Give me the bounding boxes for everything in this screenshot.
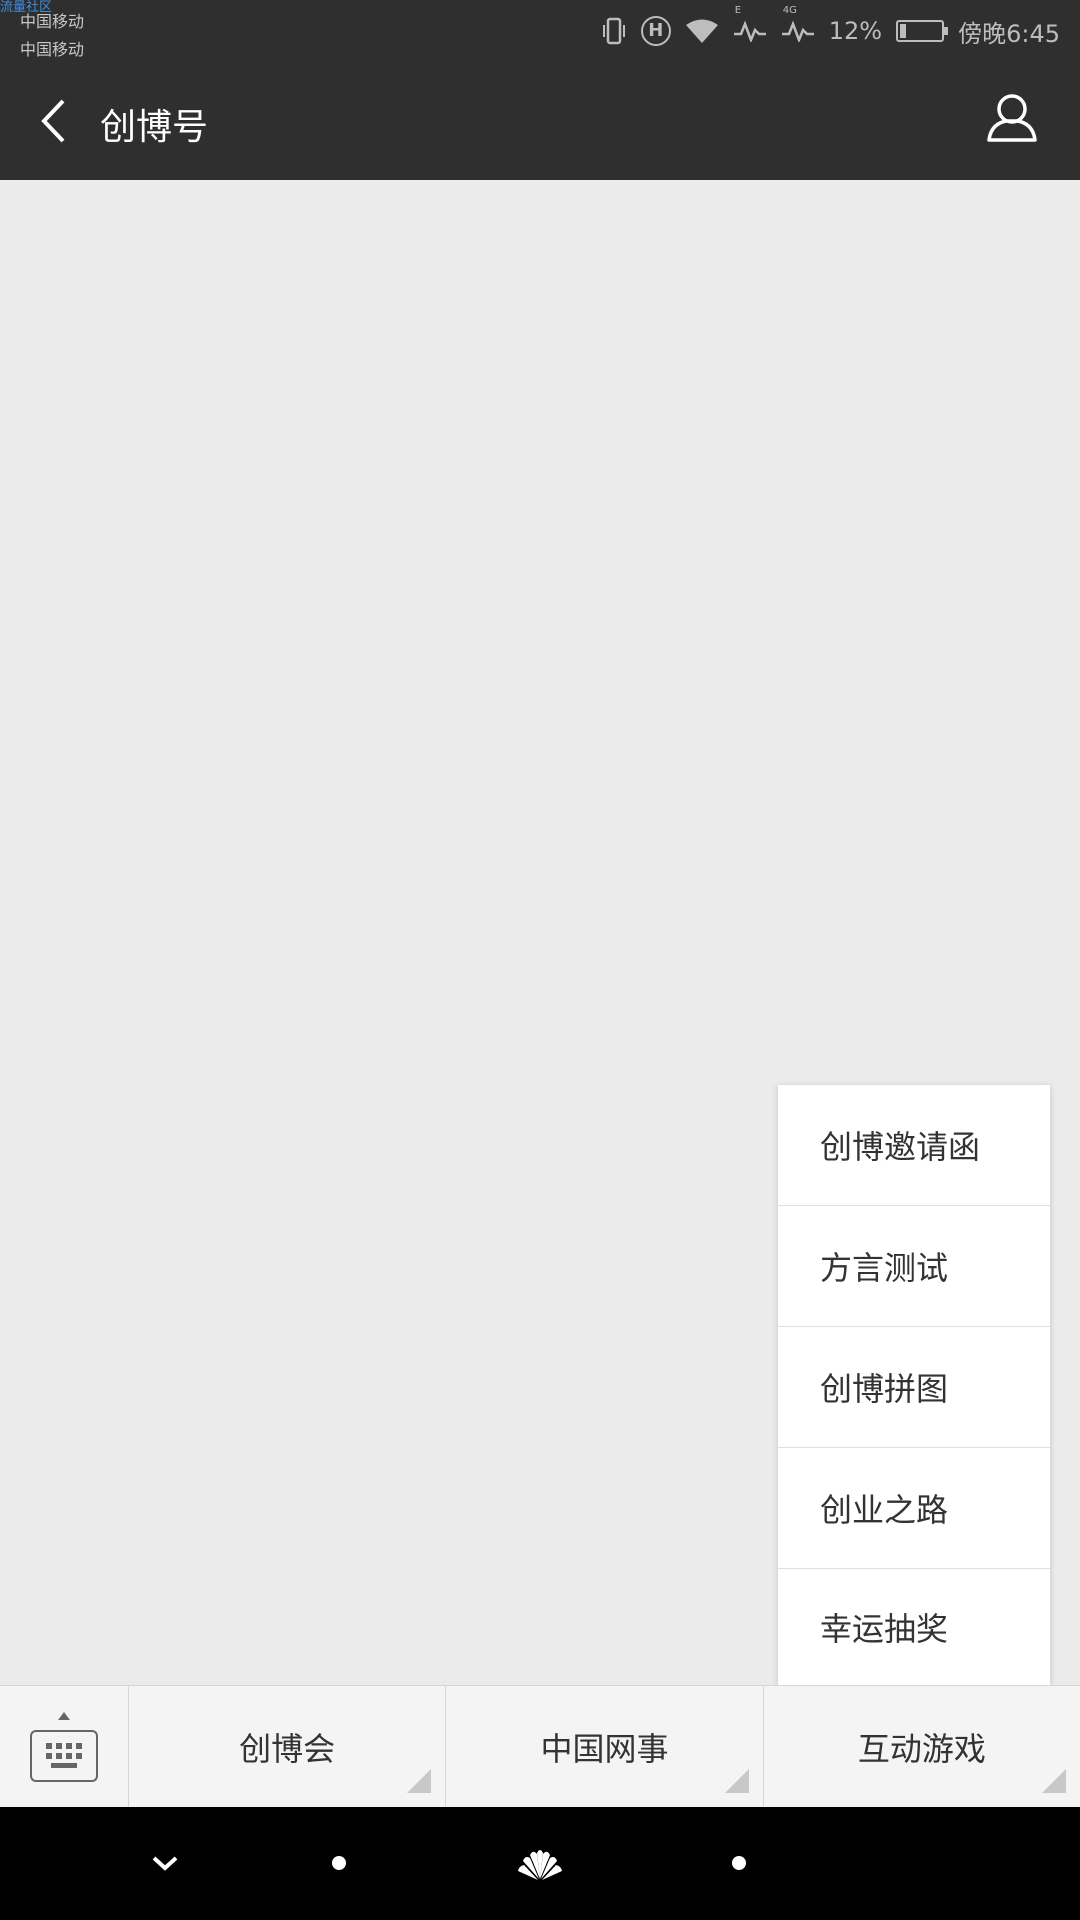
carrier-label-1: 中国移动 [20, 12, 85, 31]
chevron-down-icon [152, 1856, 178, 1871]
nav-bar: 创博号 [0, 62, 1080, 180]
carrier-info: 中国移动 中国移动 [20, 8, 84, 64]
hide-nav-button[interactable] [140, 1835, 190, 1891]
signal-icon: E [733, 5, 767, 49]
hd-icon: H [640, 13, 671, 49]
status-bar: 流量社区 中国移动 中国移动 H E 4G 12% 傍晚6:45 [0, 0, 1080, 62]
signal-icon: 4G [781, 5, 815, 49]
submenu-item[interactable]: 创博邀请函 [778, 1085, 1050, 1206]
submenu-item[interactable]: 方言测试 [778, 1206, 1050, 1327]
keyboard-toggle-button[interactable] [0, 1686, 129, 1807]
keyboard-icon [30, 1729, 98, 1782]
dot-icon [732, 1856, 746, 1870]
hd-label: H [640, 16, 671, 46]
battery-icon [896, 13, 949, 49]
menu-tab[interactable]: 互动游戏 [764, 1686, 1080, 1807]
wifi-icon [685, 13, 719, 49]
carrier-label-2: 中国移动 [20, 40, 85, 59]
submenu-indicator-icon [407, 1769, 432, 1793]
menu-tab[interactable]: 创博会 [129, 1686, 447, 1807]
user-icon [987, 94, 1037, 142]
back-button[interactable] [26, 90, 82, 152]
signal-2-tag: 4G [782, 5, 797, 16]
back-nav-button[interactable] [314, 1835, 364, 1891]
menu-tab-label: 互动游戏 [857, 1729, 986, 1768]
battery-percent: 12% [828, 17, 883, 45]
menu-tab[interactable]: 中国网事 [446, 1686, 764, 1807]
expand-arrow-icon [58, 1712, 70, 1720]
home-button[interactable] [510, 1835, 570, 1891]
screen: 流量社区 中国移动 中国移动 H E 4G 12% 傍晚6:45 创博号 创博邀… [0, 0, 1080, 1920]
system-nav-bar [0, 1807, 1080, 1920]
menu-tab-label: 中国网事 [540, 1729, 669, 1768]
submenu-indicator-icon [1041, 1769, 1066, 1793]
submenu-popup: 创博邀请函 方言测试 创博拼图 创业之路 幸运抽奖 [778, 1085, 1050, 1685]
submenu-indicator-icon [724, 1769, 749, 1793]
dot-icon [332, 1856, 346, 1870]
status-icons: H E 4G 12% 傍晚6:45 [601, 5, 1060, 50]
bottom-menu-bar: 创博会 中国网事 互动游戏 [0, 1685, 1080, 1807]
huawei-logo-icon [518, 1850, 562, 1880]
submenu-item[interactable]: 创博拼图 [778, 1327, 1050, 1448]
page-title: 创博号 [100, 107, 209, 148]
vibrate-icon [601, 13, 627, 49]
menu-tab-label: 创博会 [239, 1729, 336, 1768]
profile-button[interactable] [980, 86, 1044, 150]
recents-nav-button[interactable] [714, 1835, 764, 1891]
clock: 傍晚6:45 [958, 19, 1060, 48]
submenu-item[interactable]: 幸运抽奖 [778, 1569, 1050, 1685]
back-arrow-icon [41, 99, 65, 143]
signal-1-tag: E [734, 5, 742, 16]
submenu-item[interactable]: 创业之路 [778, 1448, 1050, 1569]
